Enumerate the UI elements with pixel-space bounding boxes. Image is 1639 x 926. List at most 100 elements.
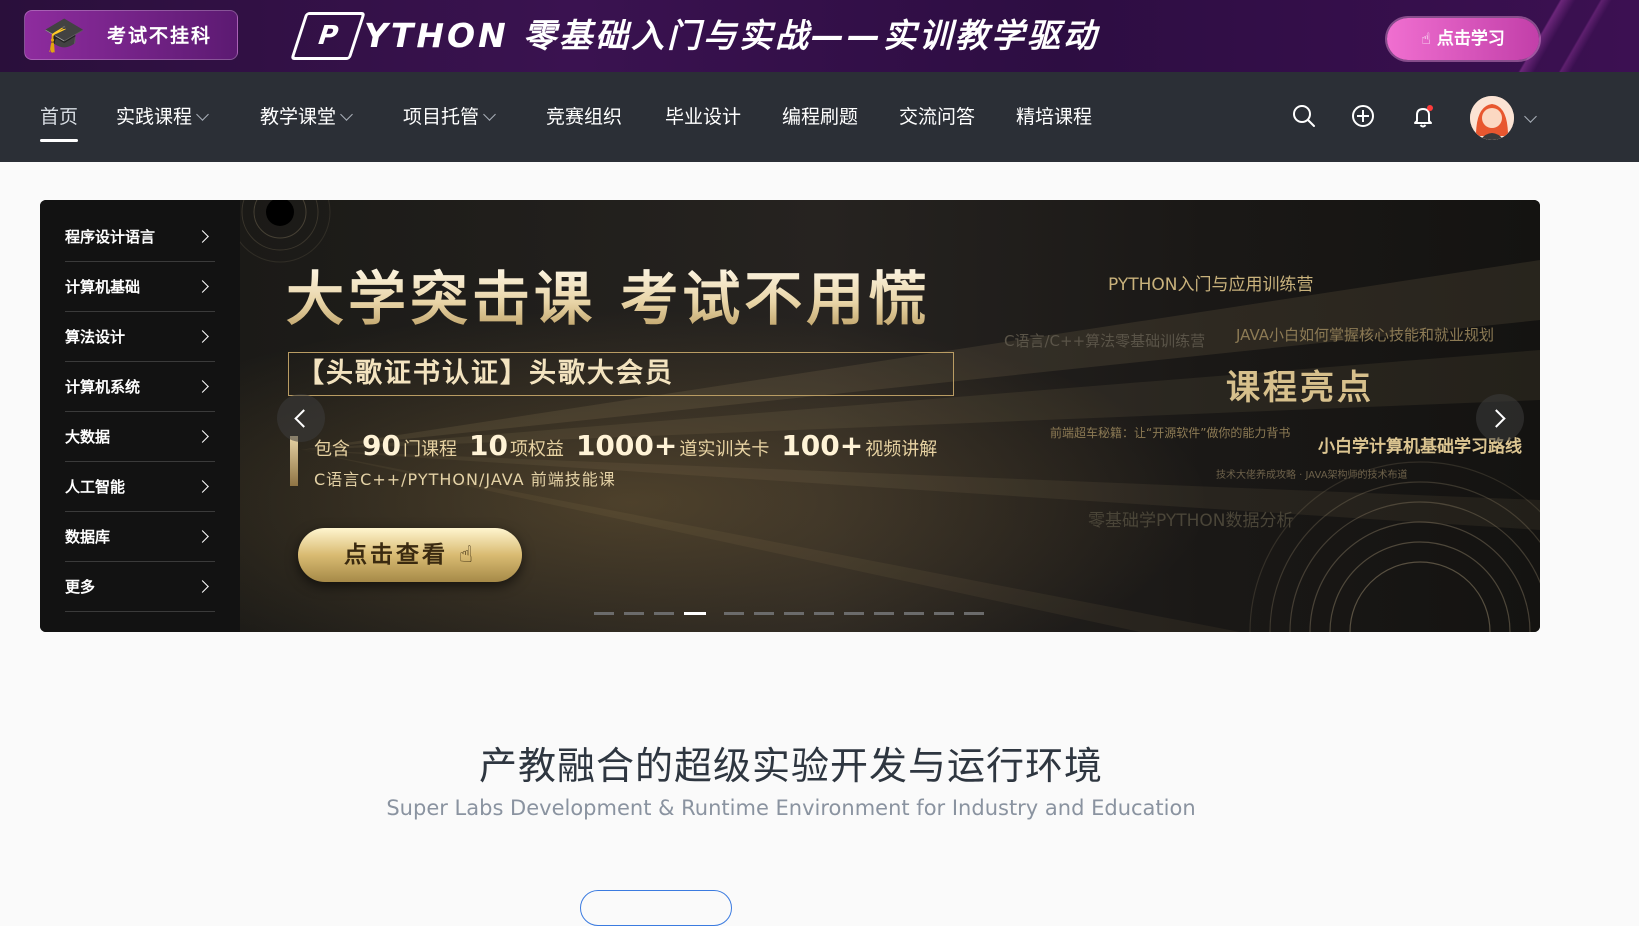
nav-item-label: 教学课堂 [260,106,337,128]
add-icon[interactable] [1349,102,1377,130]
promo-badge: 🎓 考试不挂科 [24,10,238,60]
main-nav: 首页 实践课程 教学课堂 项目托管 竞赛组织 毕业设计 编程刷题 交流问答 精培… [0,72,1639,162]
carousel-dot[interactable] [844,612,864,615]
stat-courses-count: 90 [362,429,401,462]
banner-course-java: JAVA小白如何掌握核心技能和就业规划 [1236,326,1495,344]
carousel-dot[interactable] [654,612,674,615]
user-avatar-icon [1470,96,1514,140]
chevron-right-icon [196,430,209,443]
carousel-dot[interactable] [904,612,924,615]
promo-banner[interactable]: 🎓 考试不挂科 P YTHON 零基础入门与实战——实训教学驱动 ☝ 点击学习 [0,0,1639,72]
sidebar-item-label: 计算机系统 [65,378,141,396]
banner-tech-line: C语言C++/PYTHON/JAVA 前端技能课 [314,470,616,489]
carousel-dot[interactable] [934,612,954,615]
promo-learn-label: 点击学习 [1436,29,1505,49]
nav-item-graduation-design[interactable]: 毕业设计 [665,72,741,162]
banner-highlights-title: 课程亮点 [1226,368,1374,408]
hero-section: 程序设计语言 计算机基础 算法设计 计算机系统 大数据 人工智能 数据库 更多 [40,200,1540,632]
page-right-margin [1582,162,1639,902]
chevron-right-icon [196,480,209,493]
nav-item-practice-courses[interactable]: 实践课程 [116,72,209,162]
nav-item-competitions[interactable]: 竞赛组织 [546,72,622,162]
sidebar-item-algorithm-design[interactable]: 算法设计 [65,312,215,362]
sidebar-item-label: 人工智能 [65,478,126,496]
sidebar-item-label: 大数据 [65,428,111,446]
carousel-prev-button[interactable] [277,394,325,442]
section-tab-pill[interactable] [580,890,732,926]
notification-bell-icon[interactable] [1409,102,1437,130]
carousel-dot-active[interactable] [684,612,706,615]
banner-slide[interactable]: 大学突击课 考试不用慌 【头歌证书认证】头歌大会员 包含 90 门课程 10 项权益 10… [240,200,1540,632]
carousel-dot[interactable] [594,612,614,615]
carousel-indicators [594,612,994,616]
hand-pointer-icon: ☝ [459,542,477,568]
sidebar-item-label: 算法设计 [65,328,126,346]
nav-item-teaching-classroom[interactable]: 教学课堂 [260,72,353,162]
sidebar-item-label: 计算机基础 [65,278,141,296]
stat-levels-count: 1000+ [575,429,678,462]
sidebar-item-big-data[interactable]: 大数据 [65,412,215,462]
nav-item-label: 实践课程 [116,106,193,128]
carousel-dot[interactable] [814,612,834,615]
banner-stats: 包含 90 门课程 10 项权益 1000+ 道实训关卡 100+ 视频讲解 [314,426,937,466]
carousel-dot[interactable] [754,612,774,615]
sidebar-item-computer-basics[interactable]: 计算机基础 [65,262,215,312]
sidebar-item-label: 更多 [65,578,96,596]
sidebar-item-programming-languages[interactable]: 程序设计语言 [65,212,215,262]
nav-item-qa[interactable]: 交流问答 [899,72,975,162]
search-icon[interactable] [1290,102,1318,130]
python-logo-icon: P [290,12,366,60]
sidebar-item-label: 数据库 [65,528,111,546]
nav-item-label: 交流问答 [899,106,976,128]
banner-membership-text: 【头歌证书认证】头歌大会员 [297,358,674,389]
chevron-right-icon [196,380,209,393]
banner-course-tech-guide: 技术大佬养成攻略 · JAVA架构师的技术布道 [1216,470,1408,481]
sidebar-item-label: 程序设计语言 [65,228,156,246]
banner-course-c: C语言/C++算法零基础训练营 [1004,332,1206,350]
chevron-right-icon [196,230,209,243]
sidebar-item-ai[interactable]: 人工智能 [65,462,215,512]
stat-videos-count: 100+ [781,429,864,462]
carousel-dot[interactable] [624,612,644,615]
promo-headline: YTHON 零基础入门与实战——实训教学驱动 [364,16,1100,55]
nav-item-project-hosting[interactable]: 项目托管 [403,72,496,162]
stat-courses-label: 门课程 [402,439,457,460]
section-title: 产教融合的超级实验开发与运行环境 [478,744,1103,788]
nav-item-label: 项目托管 [403,106,480,128]
sidebar-item-computer-systems[interactable]: 计算机系统 [65,362,215,412]
category-sidebar: 程序设计语言 计算机基础 算法设计 计算机系统 大数据 人工智能 数据库 更多 [40,200,240,632]
avatar[interactable] [1470,96,1514,140]
chevron-right-icon [196,580,209,593]
chevron-right-icon [196,280,209,293]
chevron-down-icon [483,108,496,121]
sidebar-item-more[interactable]: 更多 [65,562,215,612]
banner-accent-bar [290,436,298,486]
chevron-down-icon [340,108,353,121]
stat-levels-label: 道实训关卡 [679,439,770,460]
carousel-dot[interactable] [784,612,804,615]
promo-learn-button[interactable]: ☝ 点击学习 [1387,18,1539,60]
nav-item-label: 首页 [40,106,79,128]
stat-benefits-label: 项权益 [509,439,564,460]
nav-item-label: 竞赛组织 [546,106,623,128]
stat-benefits-count: 10 [468,429,508,462]
stat-prefix: 包含 [314,439,350,460]
carousel-dot[interactable] [724,612,744,615]
promo-badge-label: 考试不挂科 [107,25,213,47]
carousel-dot[interactable] [874,612,894,615]
carousel-next-button[interactable] [1476,394,1524,442]
sidebar-item-database[interactable]: 数据库 [65,512,215,562]
nav-item-label: 毕业设计 [665,106,742,128]
nav-item-coding-practice[interactable]: 编程刷题 [782,72,858,162]
chevron-right-icon [196,530,209,543]
carousel-dot[interactable] [964,612,984,615]
nav-item-home[interactable]: 首页 [40,72,79,162]
banner-view-label: 点击查看 [343,542,448,568]
chevron-down-icon[interactable] [1524,110,1537,123]
banner-view-button[interactable]: 点击查看 ☝ [298,528,522,582]
nav-item-label: 编程刷题 [782,106,859,128]
chevron-down-icon [196,108,209,121]
chevron-right-icon [196,330,209,343]
nav-item-premium-courses[interactable]: 精培课程 [1016,72,1092,162]
banner-course-data-analysis: 零基础学PYTHON数据分析 [1088,511,1294,531]
